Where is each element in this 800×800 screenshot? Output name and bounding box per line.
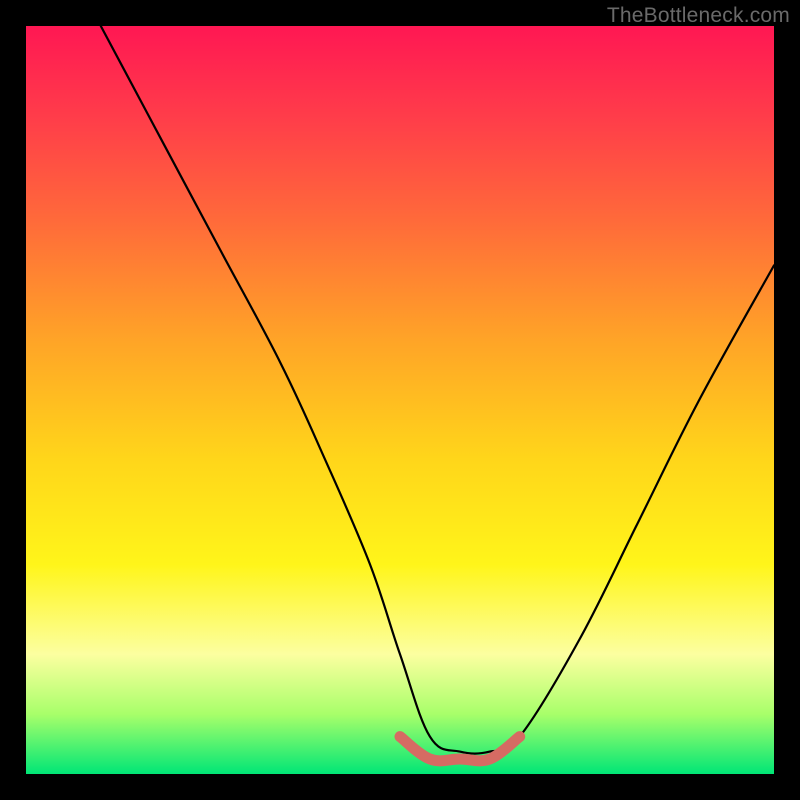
black-curve [101,26,774,754]
red-floor-segment [400,737,520,761]
curve-svg [26,26,774,774]
plot-area [26,26,774,774]
chart-frame: TheBottleneck.com [0,0,800,800]
watermark-text: TheBottleneck.com [607,4,790,28]
